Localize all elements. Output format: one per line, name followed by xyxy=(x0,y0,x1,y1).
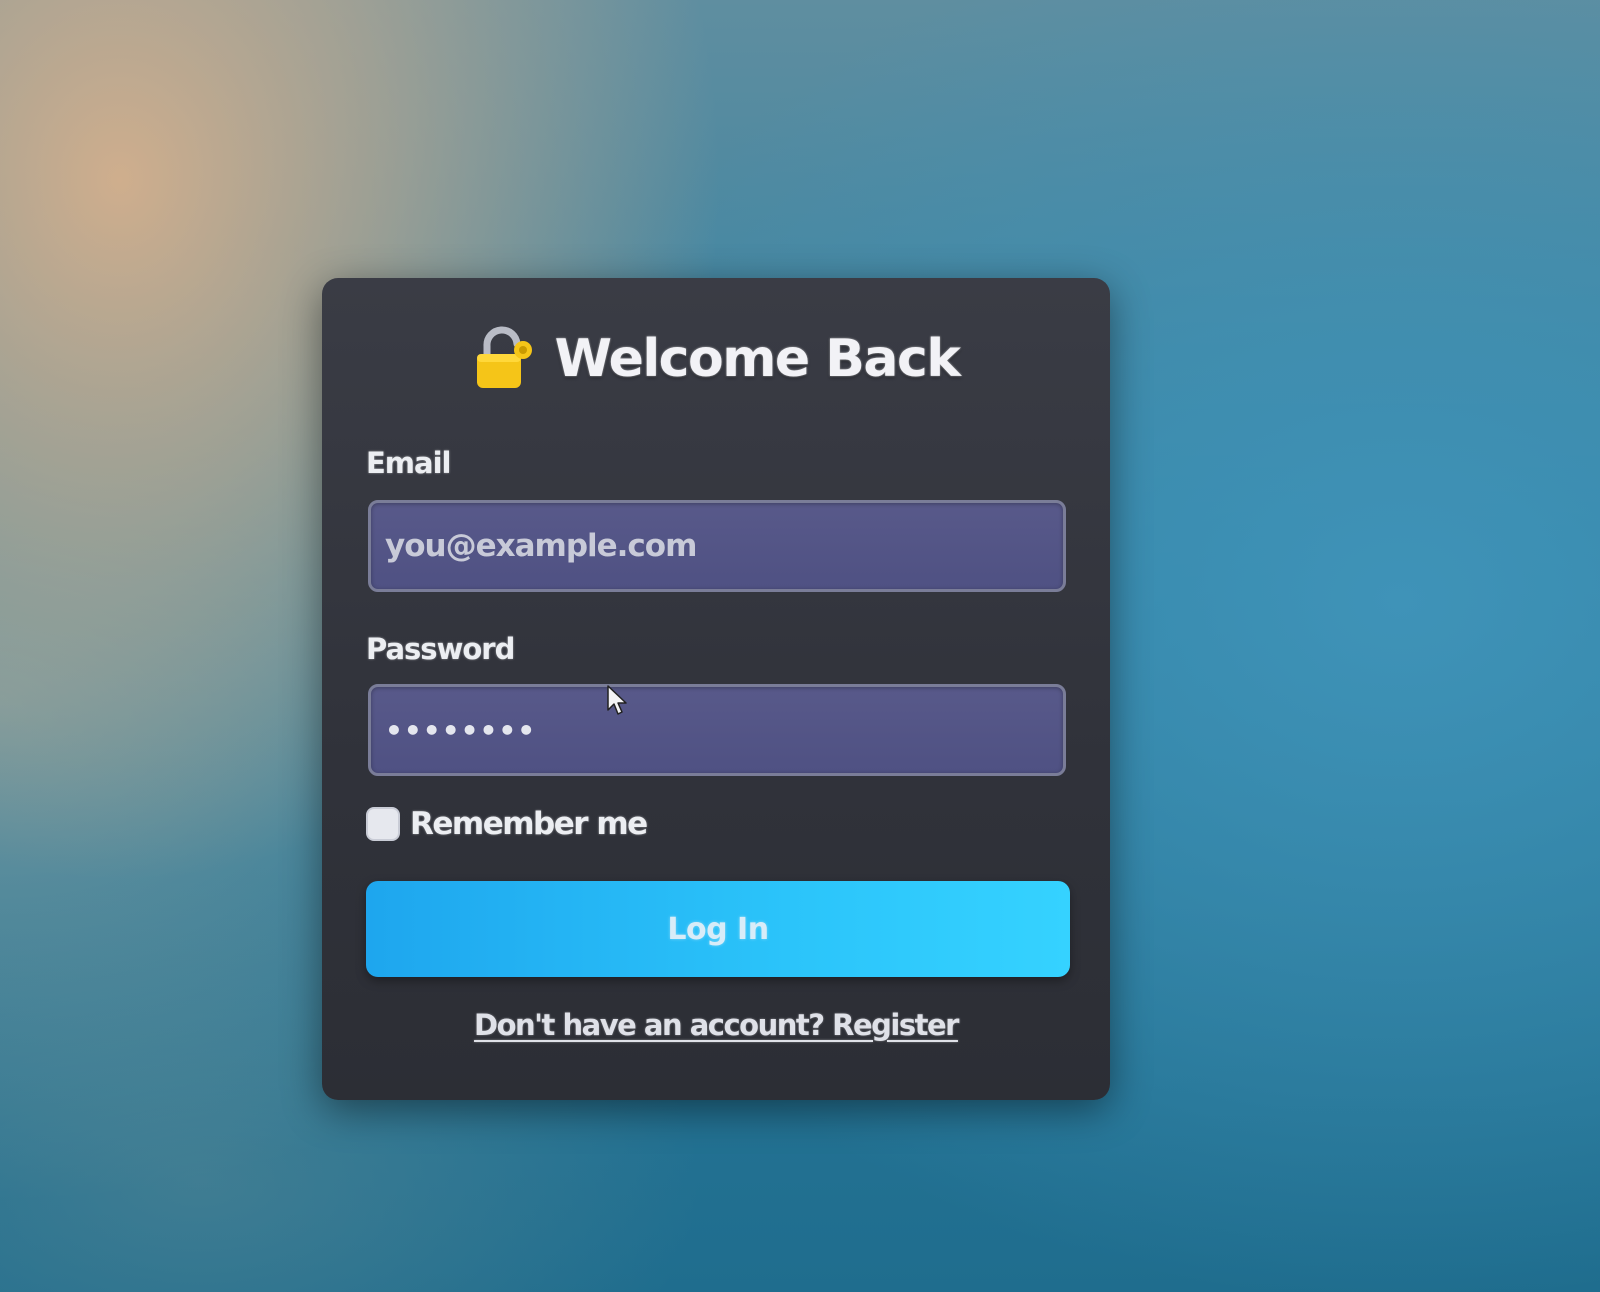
remember-me-label[interactable]: Remember me xyxy=(410,806,648,842)
email-field[interactable]: you@example.com xyxy=(368,500,1066,592)
register-link[interactable]: Don't have an account? Register xyxy=(322,1008,1110,1042)
password-label: Password xyxy=(366,632,515,666)
card-header: Welcome Back xyxy=(322,326,1110,392)
login-card: Welcome Back Email you@example.com Passw… xyxy=(322,278,1110,1100)
email-label: Email xyxy=(366,446,451,480)
remember-me[interactable]: Remember me xyxy=(366,806,648,842)
password-value: •••••••• xyxy=(385,713,537,747)
mouse-pointer-icon xyxy=(607,685,627,715)
page-title: Welcome Back xyxy=(554,329,961,389)
password-field[interactable]: •••••••• xyxy=(368,684,1066,776)
unlocked-padlock-icon xyxy=(476,326,532,388)
login-button[interactable]: Log In xyxy=(366,881,1070,977)
remember-me-checkbox[interactable] xyxy=(366,807,400,841)
email-placeholder: you@example.com xyxy=(385,528,697,564)
